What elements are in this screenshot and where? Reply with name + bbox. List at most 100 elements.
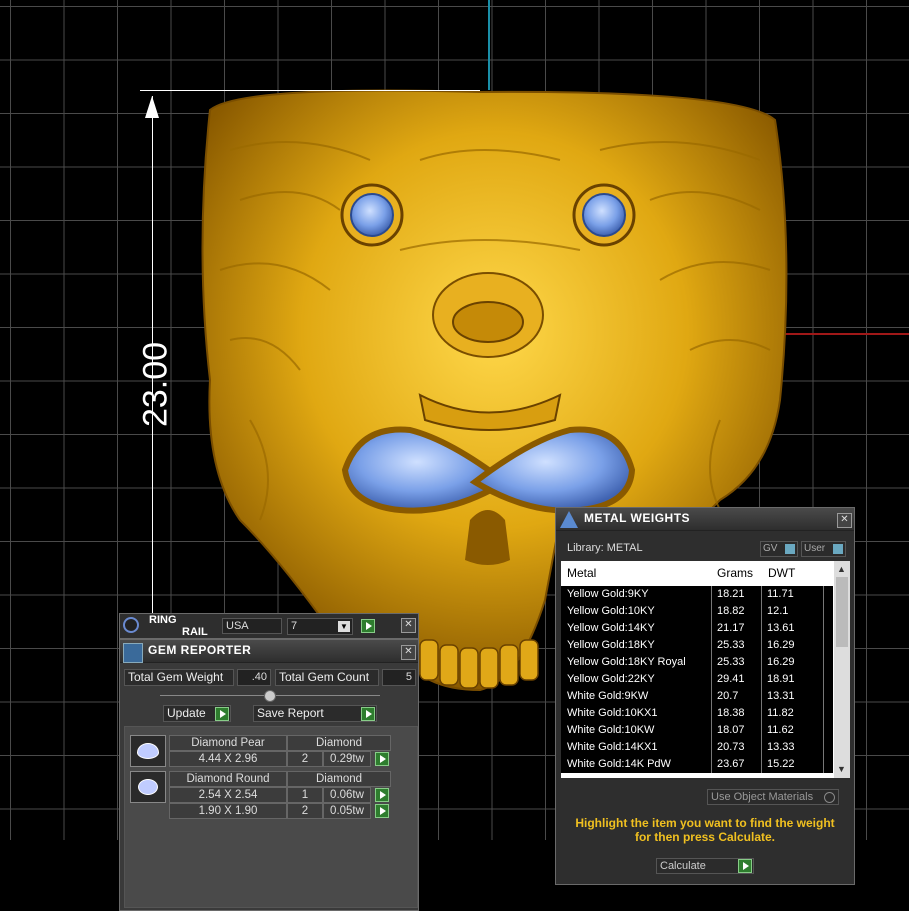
scroll-down-icon[interactable]: ▼ bbox=[837, 764, 846, 774]
gem-thumbnail-round[interactable] bbox=[130, 771, 166, 803]
column-divider bbox=[761, 722, 762, 739]
metal-grams: 18.38 bbox=[717, 707, 745, 719]
metal-table-header: Metal Grams DWT bbox=[561, 561, 833, 585]
gem-weight-round-2: 0.05tw bbox=[323, 803, 371, 819]
update-button[interactable]: Update bbox=[163, 705, 231, 722]
metal-table-row[interactable]: Yellow Gold:18KY Royal 25.33 16.29 bbox=[561, 654, 833, 671]
metal-table-row[interactable]: White Gold:10KX1 18.38 11.82 bbox=[561, 705, 833, 722]
column-divider bbox=[823, 688, 824, 705]
use-object-materials-toggle[interactable]: Use Object Materials bbox=[707, 789, 839, 805]
save-report-button[interactable]: Save Report bbox=[253, 705, 377, 722]
update-go-icon bbox=[215, 707, 229, 721]
calculate-go-icon bbox=[738, 859, 752, 873]
gem-reporter-title: GEM REPORTER bbox=[148, 643, 252, 657]
ring-rail-go-button[interactable] bbox=[361, 619, 375, 633]
metal-weights-close-button[interactable]: ✕ bbox=[837, 513, 852, 528]
metal-name: White Gold:9KW bbox=[567, 690, 649, 702]
slider-handle[interactable] bbox=[264, 690, 276, 702]
gem-pear-1-go-button[interactable] bbox=[375, 752, 389, 766]
column-divider bbox=[711, 603, 712, 620]
gem-name-pear: Diamond Pear bbox=[169, 735, 287, 751]
metal-table-row[interactable]: White Gold:9KW 20.7 13.31 bbox=[561, 688, 833, 705]
metal-grams: 25.33 bbox=[717, 656, 745, 668]
metal-grams: 29.41 bbox=[717, 673, 745, 685]
column-grams[interactable]: Grams bbox=[717, 566, 753, 580]
column-divider bbox=[761, 688, 762, 705]
dimension-label: 23.00 bbox=[136, 341, 175, 428]
metal-name: Yellow Gold:14KY bbox=[567, 622, 655, 634]
column-divider bbox=[761, 739, 762, 756]
column-divider bbox=[761, 586, 762, 603]
column-divider bbox=[823, 654, 824, 671]
gem-name-round: Diamond Round bbox=[169, 771, 287, 787]
metal-name: Yellow Gold:22KY bbox=[567, 673, 655, 685]
column-divider bbox=[823, 620, 824, 637]
gem-round-1-go-button[interactable] bbox=[375, 788, 389, 802]
dimension-top-line bbox=[140, 90, 480, 91]
gem-count-round-2: 2 bbox=[287, 803, 323, 819]
pear-gem-icon bbox=[137, 743, 159, 759]
metal-table-row[interactable]: Yellow Gold:9KY 18.21 11.71 bbox=[561, 586, 833, 603]
metal-weights-title: METAL WEIGHTS bbox=[584, 511, 691, 525]
metal-table-row[interactable]: Yellow Gold:10KY 18.82 12.1 bbox=[561, 603, 833, 620]
metal-dwt: 12.1 bbox=[767, 605, 789, 617]
calculate-button[interactable]: Calculate bbox=[656, 858, 754, 874]
metal-table-row[interactable]: Yellow Gold:18KY 25.33 16.29 bbox=[561, 637, 833, 654]
column-divider bbox=[711, 756, 712, 773]
user-toggle[interactable]: User bbox=[801, 541, 846, 557]
column-divider bbox=[823, 705, 824, 722]
scroll-thumb[interactable] bbox=[836, 577, 848, 647]
ring-size-select[interactable]: 7 ▼ bbox=[287, 618, 353, 635]
gem-reporter-close-button[interactable]: ✕ bbox=[401, 645, 416, 660]
gem-weight-round-1: 0.06tw bbox=[323, 787, 371, 803]
scrollbar[interactable]: ▲ ▼ bbox=[834, 561, 850, 778]
metal-dwt: 11.82 bbox=[767, 707, 794, 719]
gem-dims-round-2: 1.90 X 1.90 bbox=[169, 803, 287, 819]
flask-icon bbox=[560, 511, 578, 528]
total-gem-count-label: Total Gem Count bbox=[275, 669, 379, 686]
column-divider bbox=[761, 705, 762, 722]
scroll-up-icon[interactable]: ▲ bbox=[837, 564, 846, 574]
update-label: Update bbox=[167, 706, 206, 720]
column-divider bbox=[711, 705, 712, 722]
dimension-arrow bbox=[145, 96, 159, 118]
metal-grams: 20.7 bbox=[717, 690, 739, 702]
metal-weights-panel: METAL WEIGHTS ✕ Library: METAL GV User M… bbox=[555, 507, 855, 885]
save-report-label: Save Report bbox=[257, 706, 324, 720]
column-dwt[interactable]: DWT bbox=[768, 566, 795, 580]
metal-table-row[interactable]: Yellow Gold:22KY 29.41 18.91 bbox=[561, 671, 833, 688]
gem-list: Diamond Pear Diamond 4.44 X 2.96 2 0.29t… bbox=[124, 726, 418, 908]
country-field[interactable]: USA bbox=[222, 618, 282, 634]
instruction-text: Highlight the item you want to find the … bbox=[575, 816, 835, 844]
metal-table-row[interactable]: White Gold:14K PdW 23.67 15.22 bbox=[561, 756, 833, 773]
metal-table-row[interactable]: White Gold:10KW 18.07 11.62 bbox=[561, 722, 833, 739]
gem-reporter-panel: GEM REPORTER ✕ Total Gem Weight .40 Tota… bbox=[119, 639, 419, 911]
column-divider bbox=[823, 671, 824, 688]
column-divider bbox=[761, 671, 762, 688]
total-gem-weight-label: Total Gem Weight bbox=[124, 669, 234, 686]
column-divider bbox=[711, 654, 712, 671]
total-gem-count-value: 5 bbox=[382, 669, 416, 686]
gem-reporter-icon bbox=[123, 643, 143, 663]
gem-thumbnail-pear[interactable] bbox=[130, 735, 166, 767]
metal-name: Yellow Gold:18KY Royal bbox=[567, 656, 686, 668]
metal-name: Yellow Gold:9KY bbox=[567, 588, 649, 600]
metal-dwt: 15.22 bbox=[767, 758, 795, 770]
column-divider bbox=[711, 620, 712, 637]
column-metal[interactable]: Metal bbox=[567, 566, 596, 580]
column-divider bbox=[711, 671, 712, 688]
use-object-materials-label: Use Object Materials bbox=[711, 791, 814, 803]
ring-rail-close-button[interactable]: ✕ bbox=[401, 618, 416, 633]
metal-name: Yellow Gold:18KY bbox=[567, 639, 655, 651]
ring-rail-title-line2: RAIL bbox=[182, 626, 208, 638]
metal-grams: 18.21 bbox=[717, 588, 745, 600]
metal-grams: 23.67 bbox=[717, 758, 745, 770]
metal-table-row[interactable]: White Gold:14KX1 20.73 13.33 bbox=[561, 739, 833, 756]
gem-round-2-go-button[interactable] bbox=[375, 804, 389, 818]
gv-toggle[interactable]: GV bbox=[760, 541, 798, 557]
metal-name: White Gold:10KW bbox=[567, 724, 655, 736]
column-divider bbox=[761, 756, 762, 773]
metal-table-row[interactable]: Yellow Gold:14KY 21.17 13.61 bbox=[561, 620, 833, 637]
column-divider bbox=[761, 620, 762, 637]
chevron-down-icon: ▼ bbox=[338, 621, 350, 632]
